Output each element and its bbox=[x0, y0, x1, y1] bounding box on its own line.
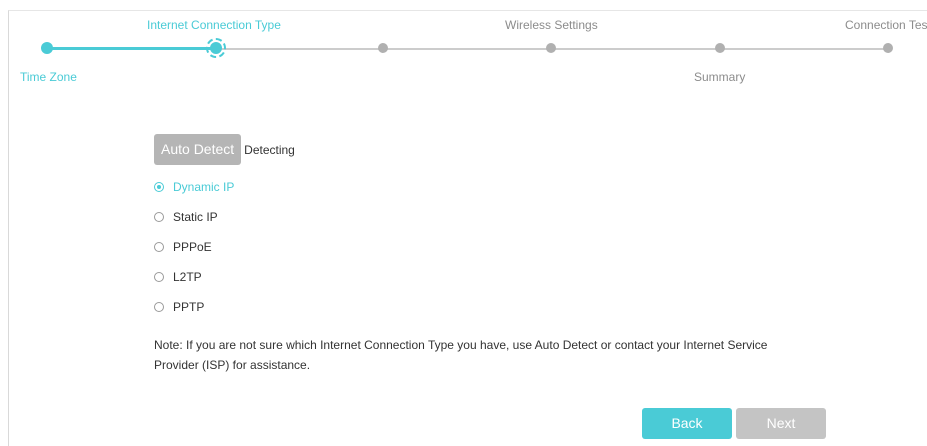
step-label-summary: Summary bbox=[694, 70, 746, 84]
step-dot-3 bbox=[378, 43, 388, 53]
radio-label: PPTP bbox=[173, 300, 205, 314]
radio-label: Static IP bbox=[173, 210, 218, 224]
step-label-connection-test: Connection Tes bbox=[845, 18, 927, 32]
back-button[interactable]: Back bbox=[642, 408, 732, 439]
radio-button-icon[interactable] bbox=[154, 212, 164, 222]
detecting-status: Detecting bbox=[244, 142, 295, 157]
radio-dynamic-ip[interactable]: Dynamic IP bbox=[154, 172, 234, 202]
step-dot-connection-test bbox=[883, 43, 893, 53]
radio-label: PPPoE bbox=[173, 240, 212, 254]
step-label-wireless-settings: Wireless Settings bbox=[505, 18, 598, 32]
auto-detect-button[interactable]: Auto Detect bbox=[154, 134, 242, 165]
step-connector-done bbox=[47, 47, 216, 50]
radio-button-icon[interactable] bbox=[154, 242, 164, 252]
auto-detect-row: Auto Detect Detecting bbox=[154, 134, 295, 165]
radio-pptp[interactable]: PPTP bbox=[154, 292, 234, 322]
connection-type-radio-group: Dynamic IP Static IP PPPoE L2TP PPTP bbox=[154, 172, 234, 322]
help-note: Note: If you are not sure which Internet… bbox=[154, 338, 768, 372]
radio-label: Dynamic IP bbox=[173, 180, 235, 194]
radio-l2tp[interactable]: L2TP bbox=[154, 262, 234, 292]
radio-static-ip[interactable]: Static IP bbox=[154, 202, 234, 232]
next-button[interactable]: Next bbox=[736, 408, 826, 439]
radio-pppoe[interactable]: PPPoE bbox=[154, 232, 234, 262]
radio-button-icon[interactable] bbox=[154, 272, 164, 282]
step-label-time-zone: Time Zone bbox=[20, 70, 77, 84]
step-dot-internet-connection-type bbox=[210, 42, 222, 54]
step-dot-time-zone bbox=[41, 42, 53, 54]
step-dot-summary bbox=[715, 43, 725, 53]
radio-button-icon[interactable] bbox=[154, 182, 164, 192]
radio-button-icon[interactable] bbox=[154, 302, 164, 312]
step-label-internet-connection-type: Internet Connection Type bbox=[147, 18, 281, 32]
progress-stepper: Time Zone Internet Connection Type Wirel… bbox=[0, 0, 927, 100]
radio-label: L2TP bbox=[173, 270, 202, 284]
step-dot-wireless-settings bbox=[546, 43, 556, 53]
